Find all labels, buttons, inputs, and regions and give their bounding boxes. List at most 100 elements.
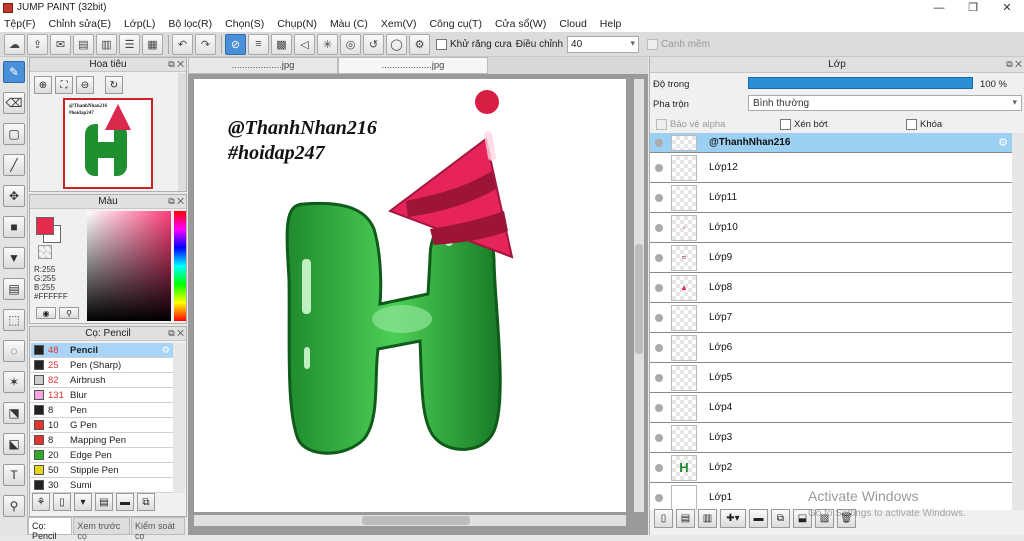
- menu-select[interactable]: Chọn(S): [225, 18, 264, 30]
- gear-icon[interactable]: ⚙: [161, 345, 170, 356]
- brush-item[interactable]: 82 Airbrush: [31, 373, 173, 388]
- menu-cloud[interactable]: Cloud: [559, 18, 586, 30]
- layer-row[interactable]: Lớp7: [650, 303, 1012, 333]
- canvas-vertical-scrollbar[interactable]: [634, 79, 644, 512]
- curve-icon[interactable]: ↺: [363, 33, 384, 55]
- visibility-icon[interactable]: [655, 193, 663, 202]
- menu-view[interactable]: Xem(V): [381, 18, 417, 30]
- protect-alpha-checkbox[interactable]: [656, 119, 667, 130]
- comment-icon[interactable]: ✉: [50, 33, 71, 55]
- gradient-tool-icon[interactable]: ▤: [3, 278, 25, 300]
- select-eraser-tool-icon[interactable]: ⬕: [3, 433, 25, 455]
- brush-new-icon[interactable]: ▯: [53, 493, 71, 511]
- panel-controls[interactable]: ⧉ ✕: [168, 327, 184, 340]
- palette-icon[interactable]: ◉: [36, 307, 56, 319]
- picker-icon[interactable]: ⚲: [59, 307, 79, 319]
- minimize-button[interactable]: —: [922, 0, 956, 15]
- redo-icon[interactable]: ↷: [195, 33, 216, 55]
- circle-snap-icon[interactable]: ◯: [386, 33, 407, 55]
- layer-folder-icon[interactable]: ▬: [749, 509, 768, 528]
- primary-color-swatch[interactable]: [36, 217, 54, 235]
- eyedropper-tool-icon[interactable]: ⚲: [3, 495, 25, 517]
- menu-window[interactable]: Cửa sổ(W): [495, 18, 546, 30]
- soft-snap-toggle[interactable]: Canh mềm: [647, 38, 710, 50]
- adjust-select[interactable]: 40: [567, 35, 640, 53]
- snap-settings-icon[interactable]: ⚙: [409, 33, 430, 55]
- brush-menu-icon[interactable]: ▾: [74, 493, 92, 511]
- brush-item[interactable]: 8 Pen: [31, 403, 173, 418]
- brush-folder-icon[interactable]: ▬: [116, 493, 134, 511]
- lock-checkbox[interactable]: [906, 119, 917, 130]
- saturation-value-picker[interactable]: [87, 211, 171, 321]
- soft-snap-checkbox[interactable]: [647, 38, 659, 50]
- menu-edit[interactable]: Chỉnh sửa(E): [49, 18, 111, 30]
- horizontal-scroll-thumb[interactable]: [362, 516, 470, 525]
- layer-row[interactable]: Lớp4: [650, 393, 1012, 423]
- menu-layer[interactable]: Lớp(L): [124, 18, 155, 30]
- brush-item[interactable]: 8 Mapping Pen: [31, 433, 173, 448]
- menu-filter[interactable]: Bộ lọc(R): [168, 18, 212, 30]
- visibility-icon[interactable]: [655, 283, 663, 292]
- select-rect-tool-icon[interactable]: ⬚: [3, 309, 25, 331]
- antialias-checkbox[interactable]: [436, 38, 447, 50]
- maximize-button[interactable]: ❐: [956, 0, 990, 15]
- antialias-toggle[interactable]: Khử răng cưa: [436, 38, 512, 50]
- move-tool-icon[interactable]: ✥: [3, 185, 25, 207]
- clip-toggle[interactable]: Xén bớt: [780, 119, 828, 130]
- note-icon[interactable]: ▤: [73, 33, 94, 55]
- concentric-icon[interactable]: ◎: [340, 33, 361, 55]
- perspective-icon[interactable]: ◁: [294, 33, 315, 55]
- tab-document-1[interactable]: ...................jpg: [188, 57, 338, 74]
- blend-mode-select[interactable]: Bình thường: [748, 95, 1022, 111]
- brush-add-icon[interactable]: ⚘: [32, 493, 50, 511]
- brush-item[interactable]: 10 G Pen: [31, 418, 173, 433]
- brush-item[interactable]: 131 Blur: [31, 388, 173, 403]
- tab-document-2[interactable]: ...................jpg: [338, 57, 488, 74]
- tab-brush-preview[interactable]: Xem trước cọ: [73, 517, 130, 541]
- layer-row[interactable]: ≈ Lớp9: [650, 243, 1012, 273]
- panel-controls[interactable]: ⧉ ✕: [168, 195, 184, 208]
- visibility-icon[interactable]: [655, 223, 663, 232]
- navigator-scrollbar[interactable]: [178, 73, 186, 191]
- visibility-icon[interactable]: [655, 343, 663, 352]
- brush-copy-icon[interactable]: ▤: [95, 493, 113, 511]
- transparent-color-icon[interactable]: [38, 245, 52, 259]
- snap-off-icon[interactable]: ⊘: [225, 33, 246, 55]
- protect-alpha-toggle[interactable]: Bảo vệ alpha: [656, 119, 725, 130]
- add-layer-menu-icon[interactable]: ✚▾: [720, 509, 746, 528]
- opacity-slider[interactable]: [748, 77, 973, 89]
- menu-color[interactable]: Màu (C): [330, 18, 368, 30]
- brush-item[interactable]: 20 Edge Pen: [31, 448, 173, 463]
- lasso-tool-icon[interactable]: ◌: [3, 340, 25, 362]
- crosshatch-icon[interactable]: ▩: [271, 33, 292, 55]
- navigator-thumbnail[interactable]: @ThanhNhan216 #hoidap247: [63, 98, 153, 189]
- layer-row[interactable]: Lớp6: [650, 333, 1012, 363]
- layer-row[interactable]: Lớp5: [650, 363, 1012, 393]
- visibility-icon[interactable]: [655, 163, 663, 172]
- layer-scrollbar[interactable]: [1012, 133, 1024, 510]
- layer-row[interactable]: @ThanhNhan216 ⚙: [650, 133, 1012, 153]
- visibility-icon[interactable]: [655, 403, 663, 412]
- brush-duplicate-icon[interactable]: ⧉: [137, 493, 155, 511]
- visibility-icon[interactable]: [655, 463, 663, 472]
- grid-layout-icon[interactable]: ▦: [142, 33, 163, 55]
- drawing-canvas[interactable]: @ThanhNhan216 #hoidap247: [194, 79, 626, 512]
- zoom-out-icon[interactable]: ⊖: [76, 76, 94, 94]
- undo-icon[interactable]: ↶: [172, 33, 193, 55]
- tab-brush-control[interactable]: Kiểm soát cọ: [130, 517, 185, 541]
- list-icon[interactable]: ☰: [119, 33, 140, 55]
- brush-item[interactable]: 48 Pencil ⚙: [31, 343, 173, 358]
- layer-row[interactable]: H Lớp2: [650, 453, 1012, 483]
- line-tool-icon[interactable]: ╱: [3, 154, 25, 176]
- clip-checkbox[interactable]: [780, 119, 791, 130]
- lock-toggle[interactable]: Khóa: [906, 119, 942, 130]
- visibility-icon[interactable]: [655, 138, 663, 147]
- brush-scrollbar[interactable]: [173, 343, 185, 493]
- new-layer-8bit-icon[interactable]: ▤: [676, 509, 695, 528]
- new-layer-icon[interactable]: ▯: [654, 509, 673, 528]
- vertical-scroll-thumb[interactable]: [635, 244, 643, 354]
- rotate-icon[interactable]: ↻: [105, 76, 123, 94]
- share-icon[interactable]: ⇪: [27, 33, 48, 55]
- hue-slider[interactable]: [174, 211, 186, 321]
- layer-row[interactable]: Lớp3: [650, 423, 1012, 453]
